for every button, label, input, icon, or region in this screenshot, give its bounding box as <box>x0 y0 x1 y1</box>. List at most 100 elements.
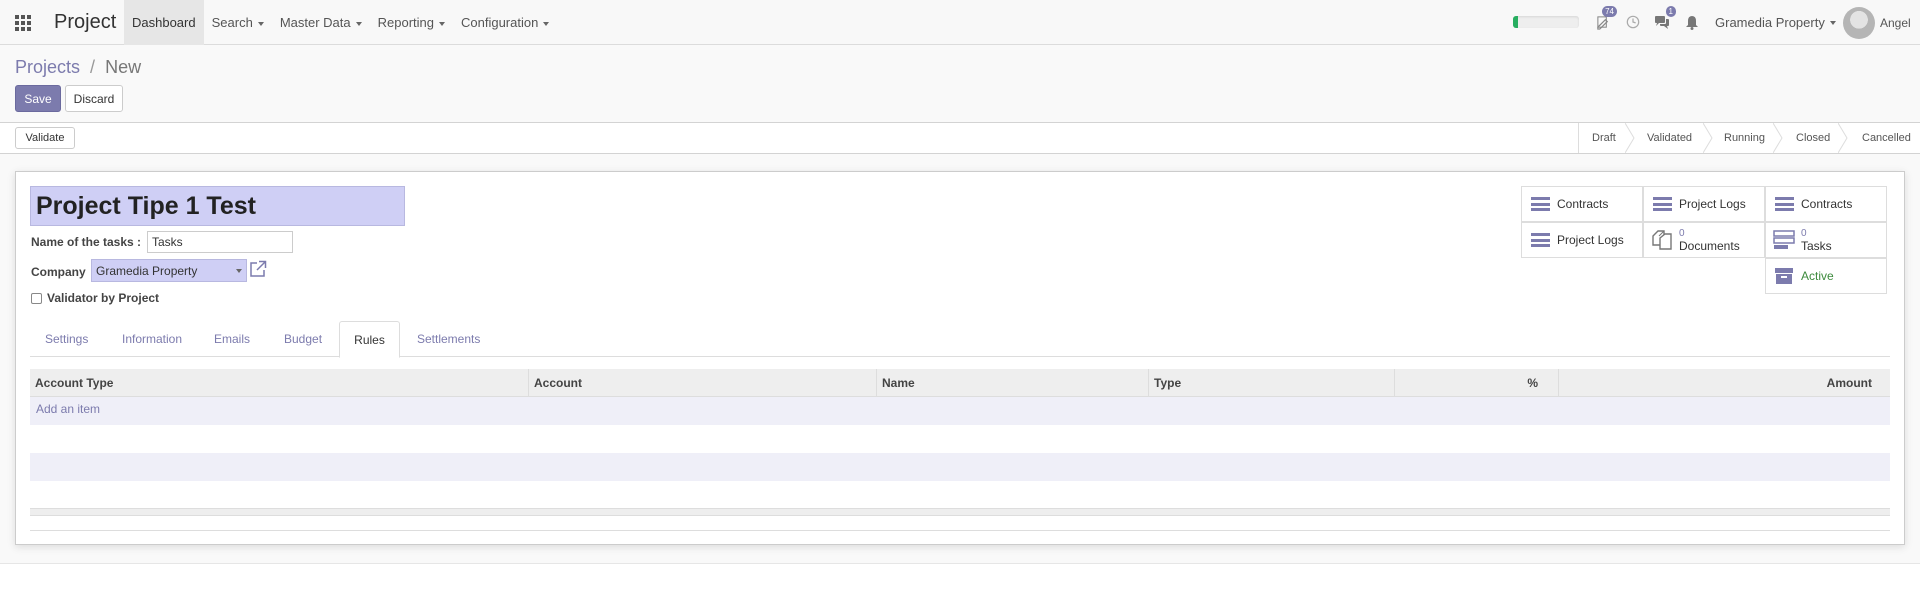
app-brand[interactable]: Project <box>54 0 116 45</box>
rules-table-footer <box>30 508 1890 516</box>
menu-dashboard-label: Dashboard <box>132 15 196 30</box>
tasks-smart-button[interactable]: 0 Tasks <box>1765 222 1887 258</box>
active-label: Active <box>1801 269 1834 283</box>
validator-checkbox[interactable] <box>31 293 42 304</box>
validator-label: Validator by Project <box>47 291 160 305</box>
apps-menu-icon[interactable] <box>12 0 34 45</box>
project-name-field[interactable]: Project Tipe 1 Test <box>30 186 405 226</box>
col-amount[interactable]: Amount <box>1558 369 1890 396</box>
menu-configuration-label: Configuration <box>461 15 539 30</box>
active-toggle-button[interactable]: Active <box>1765 258 1887 294</box>
activity-edit-icon[interactable]: 74 <box>1593 6 1617 32</box>
tab-settings[interactable]: Settings <box>45 321 88 357</box>
stage-validated[interactable]: Validated <box>1647 123 1692 153</box>
menu-reporting-label: Reporting <box>377 15 434 30</box>
company-switcher[interactable]: Gramedia Property <box>1715 0 1836 45</box>
progress-fill <box>1513 16 1519 28</box>
table-bottom-line <box>30 530 1890 531</box>
documents-icon <box>1651 230 1673 250</box>
user-name[interactable]: Angel <box>1880 0 1911 45</box>
contracts-smart-label-2: Contracts <box>1801 197 1853 211</box>
discard-button[interactable]: Discard <box>65 85 123 112</box>
external-link-icon[interactable] <box>249 260 267 278</box>
project-logs-smart-label: Project Logs <box>1679 197 1746 211</box>
menu-master-data-label: Master Data <box>279 15 351 30</box>
save-button[interactable]: Save <box>15 85 61 112</box>
menu-master-data[interactable]: Master Data <box>272 15 370 30</box>
list-icon <box>1773 194 1795 214</box>
main-menu: Dashboard Search Master Data Reporting C… <box>124 0 557 45</box>
col-account-type[interactable]: Account Type <box>30 369 528 396</box>
stage-arrow-icon <box>1773 123 1783 153</box>
list-icon <box>1529 230 1551 250</box>
table-row <box>30 425 1890 453</box>
bell-icon[interactable] <box>1682 12 1702 32</box>
menu-reporting[interactable]: Reporting <box>370 15 453 30</box>
user-avatar[interactable] <box>1843 7 1875 39</box>
tab-budget[interactable]: Budget <box>284 321 322 357</box>
contracts-smart-button-2[interactable]: Contracts <box>1765 186 1887 222</box>
add-item-link[interactable]: Add an item <box>36 402 100 416</box>
documents-label: Documents <box>1679 239 1740 253</box>
stage-running[interactable]: Running <box>1724 123 1765 153</box>
stage-arrow-icon <box>1625 123 1635 153</box>
table-row <box>30 481 1890 509</box>
documents-smart-button[interactable]: 0 Documents <box>1643 222 1765 258</box>
caret-down-icon <box>257 21 264 26</box>
tasks-name-input[interactable]: Tasks <box>147 231 293 253</box>
archive-icon <box>1773 266 1795 286</box>
menu-dashboard[interactable]: Dashboard <box>124 0 204 45</box>
activity-badge: 74 <box>1602 6 1617 17</box>
company-select[interactable]: Gramedia Property <box>91 259 247 282</box>
tasks-label: Tasks <box>1801 239 1832 253</box>
message-badge: 1 <box>1665 6 1676 17</box>
table-row <box>30 453 1890 481</box>
contracts-smart-label: Contracts <box>1557 197 1609 211</box>
onboarding-progress-bar[interactable] <box>1513 16 1579 28</box>
table-row <box>30 397 1890 425</box>
stage-arrow-icon <box>1703 123 1713 153</box>
tab-settlements[interactable]: Settlements <box>417 321 480 357</box>
project-logs-smart-button[interactable]: Project Logs <box>1643 186 1765 222</box>
company-switcher-label: Gramedia Property <box>1715 15 1825 30</box>
project-logs-smart-button-2[interactable]: Project Logs <box>1521 222 1643 258</box>
rules-table-header: Account Type Account Name Type % Amount <box>30 369 1890 397</box>
tab-rules[interactable]: Rules <box>339 321 400 358</box>
tasks-name-label: Name of the tasks : <box>31 235 142 249</box>
caret-down-icon <box>543 21 550 26</box>
clock-icon[interactable] <box>1623 12 1643 32</box>
page-bottom-area <box>0 564 1920 599</box>
statusbar-divider <box>1578 123 1579 153</box>
tasks-icon <box>1773 230 1795 250</box>
menu-search[interactable]: Search <box>204 15 272 30</box>
breadcrumb-current: New <box>105 57 142 77</box>
validate-button[interactable]: Validate <box>15 127 75 149</box>
project-logs-smart-label-2: Project Logs <box>1557 233 1624 247</box>
stage-arrow-icon <box>1838 123 1848 153</box>
caret-down-icon <box>439 21 445 26</box>
list-icon <box>1651 194 1673 214</box>
col-name[interactable]: Name <box>876 369 1148 396</box>
col-type[interactable]: Type <box>1148 369 1394 396</box>
list-icon <box>1529 194 1551 214</box>
stage-draft[interactable]: Draft <box>1592 123 1616 153</box>
contracts-smart-button[interactable]: Contracts <box>1521 186 1643 222</box>
top-navbar: Project Dashboard Search Master Data Rep… <box>0 0 1920 45</box>
company-select-value: Gramedia Property <box>96 263 198 278</box>
col-account[interactable]: Account <box>528 369 876 396</box>
breadcrumb-separator: / <box>90 57 96 77</box>
company-label: Company <box>31 265 86 279</box>
tab-emails[interactable]: Emails <box>214 321 250 357</box>
stage-cancelled[interactable]: Cancelled <box>1862 123 1911 153</box>
menu-configuration[interactable]: Configuration <box>453 15 557 30</box>
tab-information[interactable]: Information <box>122 321 182 357</box>
caret-down-icon <box>355 21 362 26</box>
breadcrumb-projects[interactable]: Projects <box>15 57 80 77</box>
notebook-tabs: Settings Information Emails Budget Rules… <box>30 321 1890 358</box>
stage-closed[interactable]: Closed <box>1796 123 1830 153</box>
col-percent[interactable]: % <box>1394 369 1558 396</box>
caret-down-icon <box>236 269 242 273</box>
comments-icon[interactable]: 1 <box>1652 6 1676 32</box>
statusbar: Validate Draft Validated Running Closed … <box>0 122 1920 154</box>
breadcrumb: Projects / New <box>15 57 141 78</box>
